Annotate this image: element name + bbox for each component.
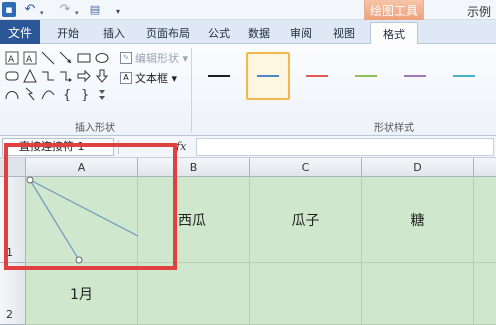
title-bar: ▪ ↶ ▾ ↷ ▾ ▤ ▾ 绘图工具 示例 [0, 0, 496, 20]
column-header-d[interactable]: D [362, 158, 474, 177]
left-brace-shape-icon[interactable]: { [58, 86, 74, 102]
customize-toolbar-icon[interactable]: ▾ [113, 4, 123, 19]
edit-shape-label: 编辑形状 ▾ [135, 52, 189, 65]
undo-icon[interactable]: ↶ [22, 2, 38, 17]
tab-format[interactable]: 格式 [370, 22, 418, 45]
tab-formulas[interactable]: 公式 [204, 22, 234, 44]
text-box-button[interactable]: A 文本框 ▾ [120, 70, 177, 86]
shape-style-swatch[interactable] [442, 52, 486, 100]
tab-file[interactable]: 文件 [0, 20, 40, 44]
formula-input[interactable] [196, 138, 494, 156]
column-header-c[interactable]: C [250, 158, 362, 177]
tab-view[interactable]: 视图 [329, 22, 359, 44]
row-header-2[interactable]: 2 [0, 263, 26, 325]
print-preview-icon[interactable]: ▤ [88, 2, 102, 17]
svg-text:{: { [63, 88, 71, 101]
rectangle-shape-icon[interactable] [76, 50, 92, 66]
shapes-gallery[interactable]: A A { } [4, 50, 112, 104]
rounded-rectangle-shape-icon[interactable] [4, 68, 20, 84]
cell-a2[interactable]: 1月 [26, 263, 138, 325]
curve-shape-icon[interactable] [4, 86, 20, 102]
freeform-shape-icon[interactable] [40, 86, 56, 102]
connector-start-handle[interactable] [26, 176, 34, 184]
triangle-shape-icon[interactable] [22, 68, 38, 84]
lightning-shape-icon[interactable] [22, 86, 38, 102]
window-title: 示例 [467, 5, 492, 19]
undo-dropdown-icon[interactable]: ▾ [40, 5, 44, 20]
column-header-b[interactable]: B [138, 158, 250, 177]
tab-home[interactable]: 开始 [50, 22, 86, 44]
insert-function-icon[interactable]: fx [176, 138, 192, 156]
text-box-shape-icon[interactable]: A [4, 50, 20, 66]
worksheet-grid: A B C D 1 2 西瓜 瓜子 糖 1月 [0, 158, 496, 325]
oval-shape-icon[interactable] [94, 50, 110, 66]
line-shape-icon[interactable] [40, 50, 56, 66]
vertical-text-box-shape-icon[interactable]: A [22, 50, 38, 66]
cell-d1[interactable]: 糖 [362, 177, 474, 263]
svg-text:A: A [8, 55, 15, 65]
elbow-arrow-connector-icon[interactable] [58, 68, 74, 84]
name-box[interactable]: 直接连接符 1 [2, 138, 114, 156]
gallery-more-icon[interactable] [94, 86, 110, 102]
diagonal-connector-shape[interactable] [0, 158, 140, 268]
shape-style-swatch[interactable] [344, 52, 388, 100]
svg-text:}: } [81, 88, 89, 101]
edit-shape-icon: ✎ [120, 52, 132, 64]
drawing-tools-context-header: 绘图工具 [364, 0, 424, 20]
svg-text:A: A [26, 55, 33, 65]
formula-bar-divider [118, 140, 119, 154]
text-box-icon: A [120, 72, 132, 84]
cell-e1[interactable] [474, 177, 496, 263]
block-arrow-down-icon[interactable] [94, 68, 110, 84]
formula-bar: 直接连接符 1 fx [0, 136, 496, 158]
cell-b1[interactable]: 西瓜 [138, 177, 250, 263]
right-brace-shape-icon[interactable]: } [76, 86, 92, 102]
shape-style-swatch[interactable] [295, 52, 339, 100]
elbow-connector-icon[interactable] [40, 68, 56, 84]
redo-icon[interactable]: ↷ [57, 2, 73, 17]
tab-review[interactable]: 审阅 [286, 22, 316, 44]
column-header-e[interactable] [474, 158, 496, 177]
tab-data[interactable]: 数据 [244, 22, 274, 44]
ribbon: A A { } ✎ 编辑形状 ▾ A 文本框 ▾ 插入形状 形状样式 [0, 44, 496, 136]
shape-styles-gallery[interactable] [197, 50, 496, 102]
insert-shapes-group-label: 插入形状 [75, 123, 115, 134]
cell-d2[interactable] [362, 263, 474, 325]
arrow-shape-icon[interactable] [58, 50, 74, 66]
block-arrow-right-icon[interactable] [76, 68, 92, 84]
shape-style-swatch-selected[interactable] [246, 52, 290, 100]
connector-end-handle[interactable] [75, 256, 83, 264]
cell-e2[interactable] [474, 263, 496, 325]
ribbon-tab-row: 文件 开始 插入 页面布局 公式 数据 审阅 视图 格式 [0, 20, 496, 45]
tab-insert[interactable]: 插入 [96, 22, 132, 44]
cell-c2[interactable] [250, 263, 362, 325]
shape-styles-group-label: 形状样式 [374, 123, 414, 134]
tab-page-layout[interactable]: 页面布局 [138, 22, 198, 44]
edit-shape-button[interactable]: ✎ 编辑形状 ▾ [120, 50, 188, 66]
group-divider [191, 48, 192, 132]
cell-b2[interactable] [138, 263, 250, 325]
text-box-label: 文本框 ▾ [135, 72, 178, 85]
redo-dropdown-icon[interactable]: ▾ [75, 5, 79, 20]
shape-style-swatch[interactable] [393, 52, 437, 100]
shape-style-swatch[interactable] [197, 52, 241, 100]
cell-c1[interactable]: 瓜子 [250, 177, 362, 263]
save-icon[interactable]: ▪ [2, 2, 16, 17]
